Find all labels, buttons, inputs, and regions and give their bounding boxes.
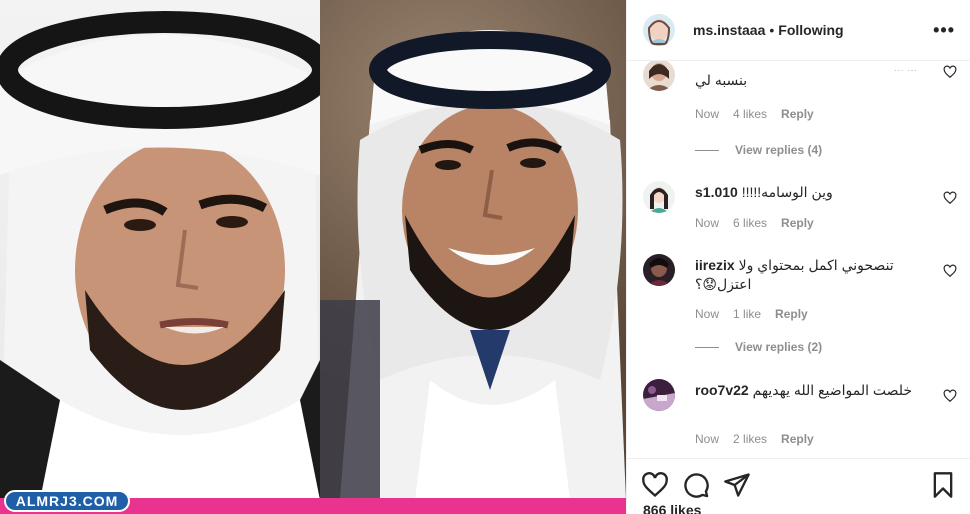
comment-meta: Now 1 like Reply	[695, 307, 808, 321]
comment-text: roo7v22 خلصت المواضيع الله يهديهم	[695, 381, 917, 400]
replies-line	[695, 149, 719, 151]
header-separator: •	[769, 22, 775, 38]
like-heart-icon[interactable]	[943, 191, 957, 205]
bookmark-icon[interactable]	[929, 471, 957, 499]
view-replies-button[interactable]: View replies (2)	[695, 340, 822, 354]
share-icon[interactable]	[723, 471, 751, 499]
reply-button[interactable]: Reply	[775, 307, 808, 321]
likes-count[interactable]: 866 likes	[643, 502, 701, 514]
author-avatar[interactable]	[643, 14, 675, 46]
comment-text-clipped: ... ...	[893, 61, 917, 71]
reply-button[interactable]: Reply	[781, 432, 814, 446]
more-options-icon[interactable]: •••	[933, 20, 955, 41]
replies-line	[695, 346, 719, 348]
commenter-username[interactable]: roo7v22	[695, 382, 749, 398]
comment-time: Now	[695, 307, 720, 321]
view-replies-button[interactable]: View replies (4)	[695, 143, 822, 157]
heart-icon[interactable]	[641, 471, 669, 499]
commenter-avatar[interactable]	[643, 61, 675, 91]
comment-text: iirezix تنصحوني اكمل بمحتواي ولا اعتزل😟؟	[695, 256, 917, 294]
comment-text: بنسبه لي	[695, 72, 748, 88]
comment-time: Now	[695, 107, 720, 121]
like-heart-icon[interactable]	[943, 389, 957, 403]
post-sidebar: ms.instaaa • Following ••• ... ... بنسبه…	[626, 0, 970, 514]
comment-time: Now	[695, 432, 720, 446]
comment-icon[interactable]	[682, 471, 710, 499]
comment-message: !!!!!وين الوسامه	[741, 184, 833, 200]
like-heart-icon[interactable]	[943, 264, 957, 278]
view-replies-label: View replies (2)	[735, 340, 823, 354]
comment-likes[interactable]: 2 likes	[733, 432, 767, 446]
like-heart-icon[interactable]	[943, 65, 957, 79]
commenter-avatar[interactable]	[643, 254, 675, 286]
comment-meta: Now 4 likes Reply	[695, 107, 814, 121]
comment-meta: Now 6 likes Reply	[695, 216, 814, 230]
commenter-username[interactable]: iirezix	[695, 257, 735, 273]
reply-button[interactable]: Reply	[781, 107, 814, 121]
commenter-avatar[interactable]	[643, 379, 675, 411]
site-watermark: ALMRJ3.COM	[4, 490, 130, 512]
comment-meta: Now 2 likes Reply	[695, 432, 814, 446]
comment-likes[interactable]: 1 like	[733, 307, 761, 321]
view-replies-label: View replies (4)	[735, 143, 823, 157]
post-header: ms.instaaa • Following •••	[627, 0, 970, 61]
comment-likes[interactable]: 6 likes	[733, 216, 767, 230]
comment-likes[interactable]: 4 likes	[733, 107, 767, 121]
comments-list: ... ... بنسبه لي Now 4 likes Reply View …	[627, 61, 970, 458]
comment-message: خلصت المواضيع الله يهديهم	[752, 382, 913, 398]
commenter-username[interactable]: s1.010	[695, 184, 738, 200]
reply-button[interactable]: Reply	[781, 216, 814, 230]
author-username[interactable]: ms.instaaa	[693, 22, 765, 38]
post-image[interactable]: ALMRJ3.COM	[0, 0, 626, 514]
post-image-left-portrait	[0, 0, 320, 500]
comment-text: s1.010 !!!!!وين الوسامه	[695, 183, 917, 202]
following-button[interactable]: Following	[778, 22, 843, 38]
instagram-post-view: ALMRJ3.COM ms.instaaa • Following ••• ..…	[0, 0, 970, 514]
post-image-right-portrait	[320, 0, 626, 500]
commenter-avatar[interactable]	[643, 181, 675, 213]
comment-time: Now	[695, 216, 720, 230]
